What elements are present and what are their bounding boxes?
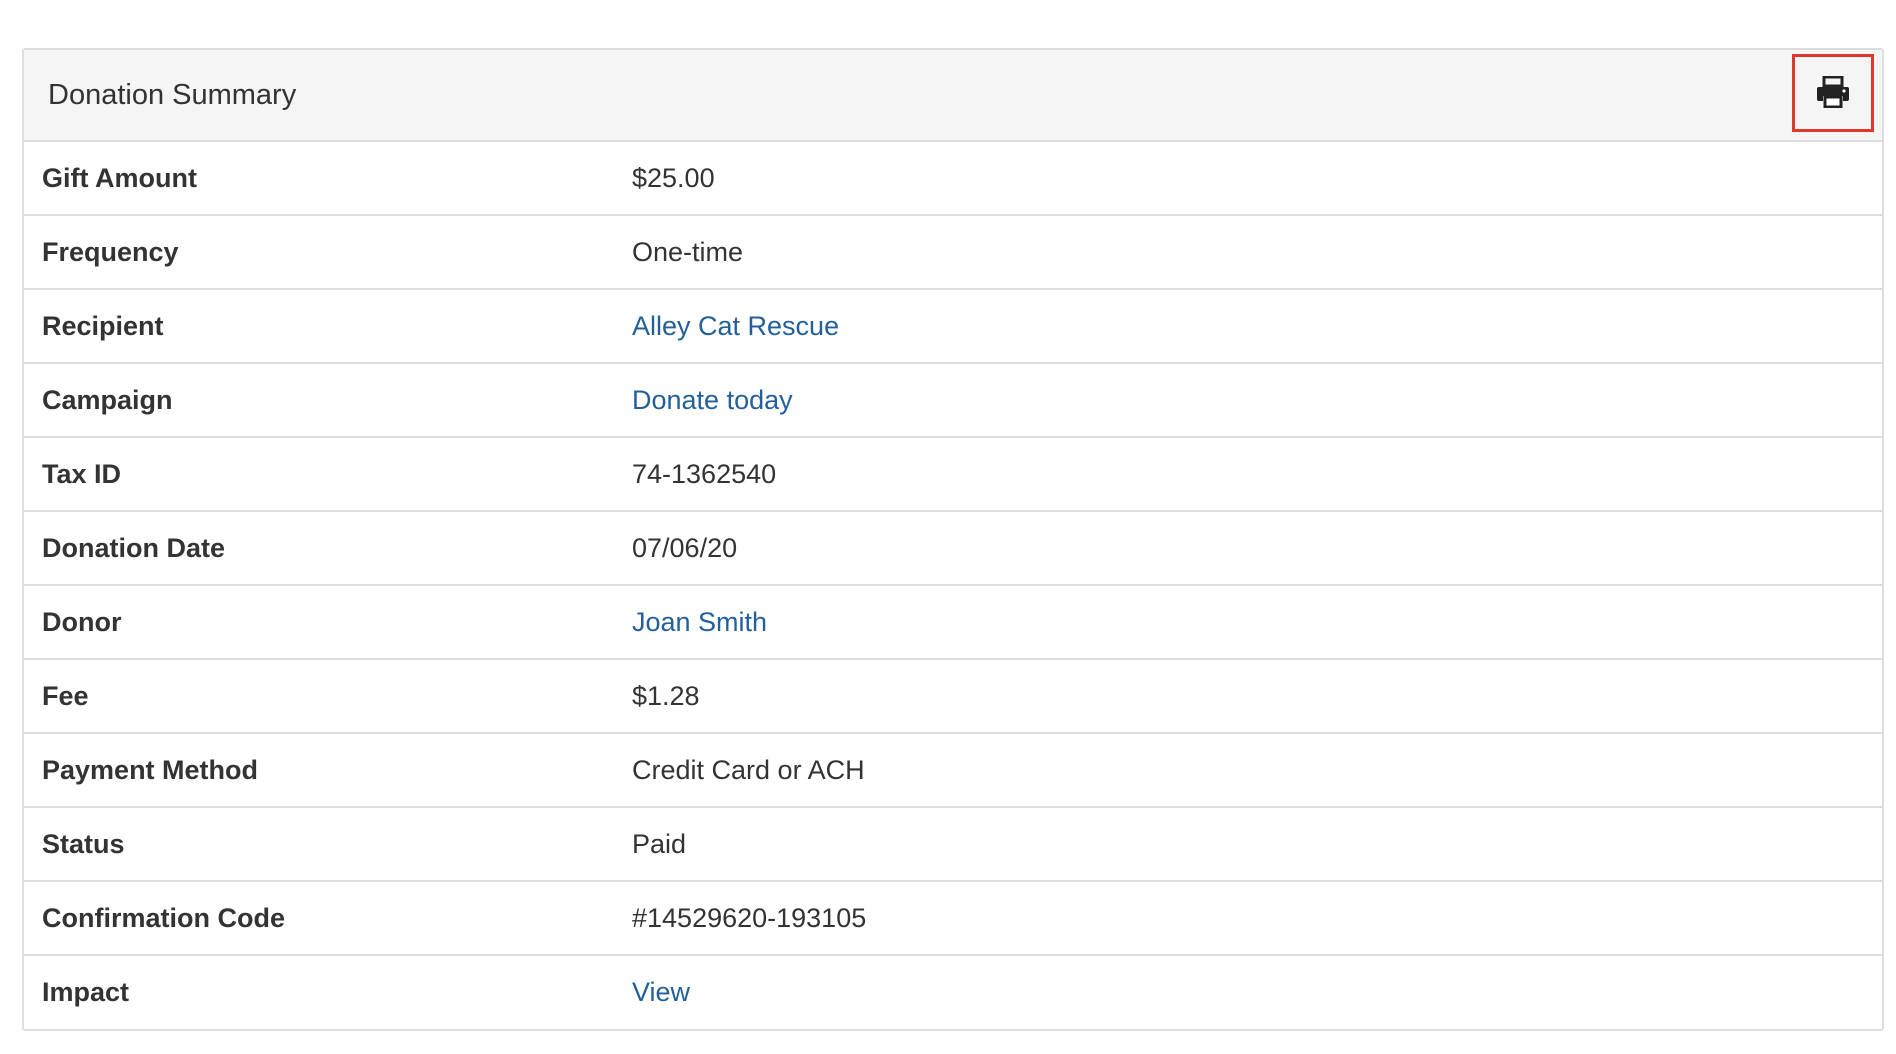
tax-id-value: 74-1362540 [632, 458, 777, 489]
row-campaign: Campaign Donate today [24, 364, 1882, 438]
donor-link[interactable]: Joan Smith [632, 607, 767, 637]
row-label: Impact [42, 977, 130, 1007]
row-donor: Donor Joan Smith [24, 586, 1882, 660]
row-status: Status Paid [24, 808, 1882, 882]
print-button[interactable] [1792, 54, 1874, 132]
row-label: Recipient [42, 310, 164, 341]
row-label: Campaign [42, 384, 173, 415]
row-label: Fee [42, 680, 89, 711]
panel-title: Donation Summary [48, 79, 297, 111]
campaign-link[interactable]: Donate today [632, 385, 793, 415]
row-payment-method: Payment Method Credit Card or ACH [24, 734, 1882, 808]
row-label: Status [42, 828, 125, 859]
panel-header: Donation Summary [24, 50, 1882, 142]
row-gift-amount: Gift Amount $25.00 [24, 142, 1882, 216]
donation-date-value: 07/06/20 [632, 532, 738, 563]
row-donation-date: Donation Date 07/06/20 [24, 512, 1882, 586]
row-label: Donation Date [42, 532, 226, 563]
row-label: Donor [42, 606, 122, 637]
row-label: Confirmation Code [42, 902, 285, 933]
row-tax-id: Tax ID 74-1362540 [24, 438, 1882, 512]
impact-view-link[interactable]: View [632, 977, 690, 1007]
donation-summary-panel: Donation Summary Gift Amount $25.00 Freq… [22, 48, 1884, 1031]
gift-amount-value: $25.00 [632, 162, 715, 193]
row-fee: Fee $1.28 [24, 660, 1882, 734]
row-impact: Impact View [24, 956, 1882, 1029]
row-frequency: Frequency One-time [24, 216, 1882, 290]
summary-table: Gift Amount $25.00 Frequency One-time Re… [24, 142, 1882, 1029]
recipient-link[interactable]: Alley Cat Rescue [632, 311, 839, 341]
row-label: Payment Method [42, 754, 259, 785]
row-label: Frequency [42, 236, 179, 267]
status-value: Paid [632, 828, 687, 859]
payment-method-value: Credit Card or ACH [632, 754, 865, 785]
row-recipient: Recipient Alley Cat Rescue [24, 290, 1882, 364]
confirmation-code-value: #14529620-193105 [632, 902, 867, 933]
row-label: Tax ID [42, 458, 122, 489]
row-confirmation-code: Confirmation Code #14529620-193105 [24, 882, 1882, 956]
row-label: Gift Amount [42, 162, 197, 193]
print-icon [1816, 75, 1850, 111]
fee-value: $1.28 [632, 680, 700, 711]
frequency-value: One-time [632, 236, 744, 267]
